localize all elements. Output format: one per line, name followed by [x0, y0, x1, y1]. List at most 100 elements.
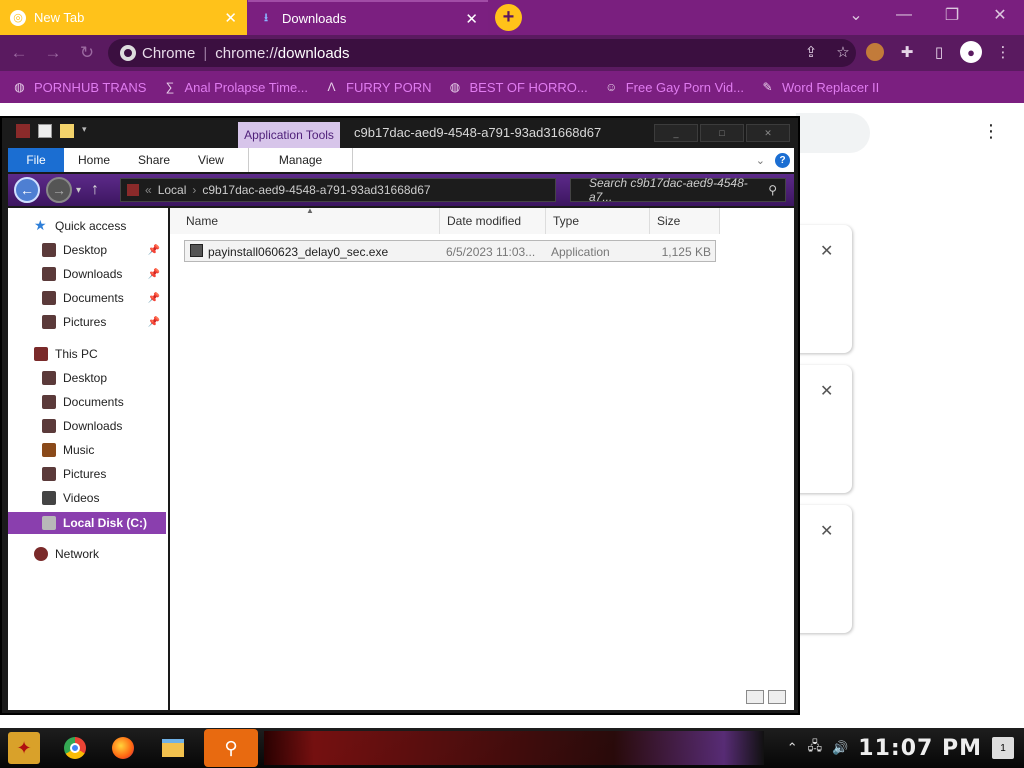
pin-icon: 📌 [147, 244, 160, 256]
address-bar[interactable]: Chrome | chrome:// downloads [108, 39, 856, 67]
browser-tab-strip: ◎ New Tab ✕ ⭳ Downloads ✕ + ⌄ — ❐ ✕ [0, 0, 1024, 35]
nav-item-pc-pictures[interactable]: Pictures [8, 463, 166, 485]
column-header-size[interactable]: Size [650, 208, 720, 234]
window-title: c9b17dac-aed9-4548-a791-93ad31668d67 [354, 125, 602, 140]
pictures-folder-icon [42, 467, 56, 481]
taskbar-file-explorer[interactable] [156, 732, 190, 764]
properties-icon[interactable] [38, 124, 52, 138]
minimize-icon[interactable]: — [880, 0, 928, 30]
tab-view[interactable]: View [184, 148, 238, 172]
nav-label: Videos [63, 491, 100, 505]
help-icon[interactable]: ? [775, 152, 790, 168]
context-tab-application-tools: Application Tools [238, 122, 340, 148]
tab-title: New Tab [34, 10, 85, 25]
taskbar-firefox[interactable] [106, 732, 140, 764]
explorer-search-input[interactable]: Search c9b17dac-aed9-4548-a7... ⚲ [570, 176, 786, 204]
column-header-date[interactable]: Date modified [440, 208, 546, 234]
nav-item-pc-documents[interactable]: Documents [8, 391, 166, 413]
restore-icon[interactable]: ❐ [928, 0, 976, 30]
bookmark-item[interactable]: ☺ Free Gay Porn Vid... [604, 80, 744, 95]
minimize-icon[interactable]: _ [654, 124, 698, 142]
bookmark-item[interactable]: ✎ Word Replacer II [760, 80, 879, 95]
tab-search-icon[interactable]: ⌄ [832, 0, 880, 30]
bookmarks-bar: ◍ PORNHUB TRANS ∑ Anal Prolapse Time... ΛF… [0, 71, 1024, 103]
breadcrumb-local[interactable]: Local [158, 183, 187, 197]
remove-download-icon[interactable]: ✕ [820, 241, 833, 261]
account-avatar-icon[interactable]: ● [960, 41, 982, 63]
tab-manage[interactable]: Manage [247, 148, 354, 172]
tab-downloads[interactable]: ⭳ Downloads ✕ [248, 0, 488, 35]
maximize-icon[interactable]: □ [700, 124, 744, 142]
extension-profile-icon[interactable] [864, 39, 886, 65]
breadcrumb-separator-icon[interactable]: › [192, 183, 196, 197]
close-icon[interactable]: ✕ [746, 124, 790, 142]
details-view-icon[interactable] [746, 690, 764, 704]
chrome-icon [64, 737, 86, 759]
clock[interactable]: 11:07 PM [858, 736, 982, 761]
tab-home[interactable]: Home [64, 148, 124, 172]
back-arrow-icon[interactable]: ← [14, 177, 40, 203]
reload-icon[interactable]: ↻ [72, 38, 102, 68]
bookmark-item[interactable]: Λ FURRY PORN [324, 80, 432, 95]
nav-label: Pictures [63, 315, 107, 329]
taskbar-chrome[interactable] [58, 732, 92, 764]
nav-item-desktop[interactable]: Desktop 📌 [8, 239, 166, 261]
bookmark-item[interactable]: ◍ BEST OF HORRO... [448, 80, 588, 95]
tab-new-tab[interactable]: ◎ New Tab ✕ [0, 0, 247, 35]
explorer-window-controls: _ □ ✕ [654, 124, 790, 142]
breadcrumb-folder[interactable]: c9b17dac-aed9-4548-a791-93ad31668d67 [202, 183, 430, 197]
new-folder-icon[interactable] [60, 124, 74, 138]
page-menu-icon[interactable]: ⋮ [982, 121, 1000, 142]
nav-item-pictures[interactable]: Pictures 📌 [8, 311, 166, 333]
new-tab-button[interactable]: + [495, 4, 522, 31]
close-tab-icon[interactable]: ✕ [465, 10, 478, 28]
recent-locations-chevron-icon[interactable]: ▾ [76, 185, 81, 196]
network-icon[interactable]: 🖧 [808, 737, 823, 759]
tab-share[interactable]: Share [124, 148, 184, 172]
nav-item-documents[interactable]: Documents 📌 [8, 287, 166, 309]
start-button[interactable]: ✦ [8, 732, 40, 764]
downloads-search-field[interactable] [796, 113, 870, 153]
close-tab-icon[interactable]: ✕ [224, 9, 237, 27]
nav-this-pc[interactable]: This PC [8, 343, 166, 365]
file-size: 1,125 KB [661, 245, 711, 259]
nav-item-pc-videos[interactable]: Videos [8, 487, 166, 509]
notifications-icon[interactable]: 1 [992, 737, 1014, 759]
window-controls: ⌄ — ❐ ✕ [832, 0, 1024, 35]
forward-arrow-icon[interactable]: → [46, 177, 72, 203]
nav-quick-access[interactable]: ★ Quick access [8, 215, 166, 237]
bookmark-star-icon[interactable]: ☆ [832, 39, 854, 65]
share-icon[interactable]: ⇪ [800, 39, 822, 65]
remove-download-icon[interactable]: ✕ [820, 381, 833, 401]
show-hidden-icons-icon[interactable]: ⌃ [787, 740, 798, 756]
remove-download-icon[interactable]: ✕ [820, 521, 833, 541]
nav-item-pc-music[interactable]: Music [8, 439, 166, 461]
close-window-icon[interactable]: ✕ [976, 0, 1024, 30]
nav-item-pc-downloads[interactable]: Downloads [8, 415, 166, 437]
nav-item-local-disk[interactable]: Local Disk (C:) [8, 512, 166, 534]
volume-icon[interactable]: 🔊 [832, 740, 848, 756]
side-panel-icon[interactable]: ▯ [928, 39, 950, 65]
back-arrow-icon[interactable]: ← [4, 38, 34, 68]
nav-item-downloads[interactable]: Downloads 📌 [8, 263, 166, 285]
up-arrow-icon[interactable]: ↑ [91, 181, 99, 199]
extensions-puzzle-icon[interactable]: ✚ [896, 39, 918, 65]
bookmark-item[interactable]: ∑ Anal Prolapse Time... [162, 80, 308, 95]
search-icon: ⚲ [768, 183, 777, 197]
overflow-chevron-icon[interactable]: « [145, 183, 152, 197]
nav-network[interactable]: Network [8, 543, 166, 565]
path-breadcrumb[interactable]: « Local › c9b17dac-aed9-4548-a791-93ad31… [120, 178, 556, 202]
taskbar-search[interactable]: ⚲ [204, 729, 258, 767]
large-icons-view-icon[interactable] [768, 690, 786, 704]
customize-chevron-icon[interactable]: ▾ [82, 124, 96, 138]
tab-file[interactable]: File [8, 148, 64, 172]
column-header-type[interactable]: Type [546, 208, 650, 234]
drive-icon [127, 184, 139, 196]
menu-kebab-icon[interactable]: ⋮ [992, 39, 1014, 65]
bookmark-item[interactable]: ◍ PORNHUB TRANS [12, 80, 146, 95]
expand-ribbon-chevron-icon[interactable]: ⌄ [756, 154, 765, 167]
forward-arrow-icon[interactable]: → [38, 38, 68, 68]
column-header-name[interactable]: Name ▲ [170, 206, 440, 234]
nav-item-pc-desktop[interactable]: Desktop [8, 367, 166, 389]
file-row[interactable]: payinstall060623_delay0_sec.exe 6/5/2023… [184, 240, 716, 262]
